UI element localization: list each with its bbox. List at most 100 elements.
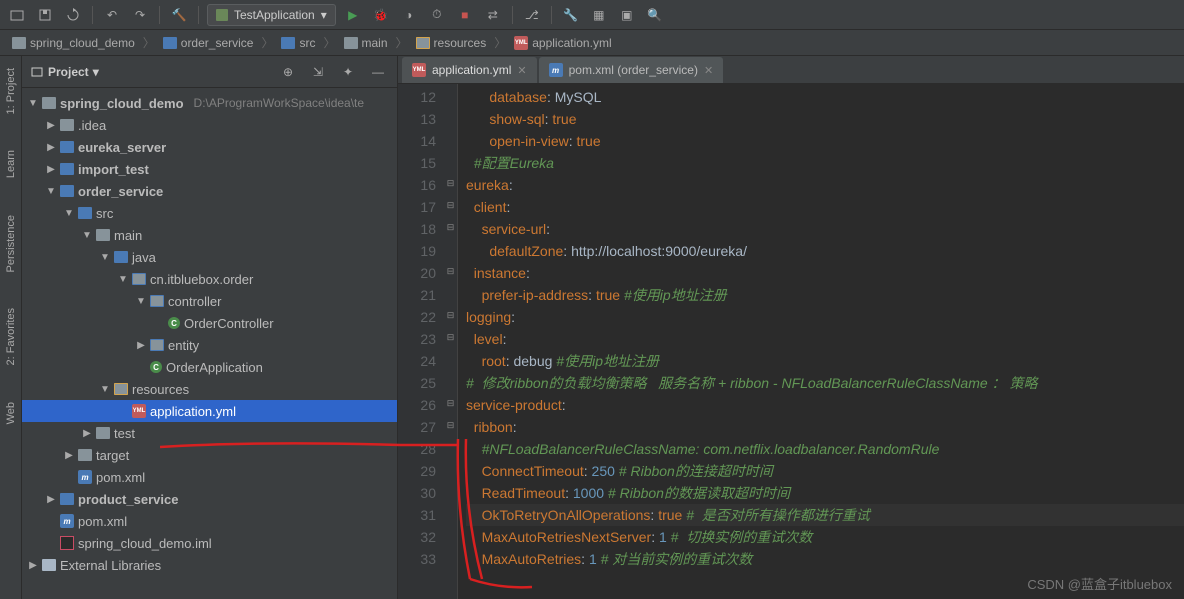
tree-row[interactable]: ▼order_service bbox=[22, 180, 397, 202]
tree-row[interactable]: ▼main bbox=[22, 224, 397, 246]
module-folder-icon bbox=[60, 185, 74, 197]
fold-column[interactable]: ⊟⊟⊟⊟⊟⊟⊟⊟ bbox=[444, 84, 458, 599]
tree-row[interactable]: ▼controller bbox=[22, 290, 397, 312]
undo-icon[interactable]: ↶ bbox=[101, 4, 123, 26]
locate-icon[interactable]: ⊕ bbox=[277, 61, 299, 83]
run-icon[interactable]: ▶ bbox=[342, 4, 364, 26]
watermark: CSDN @蓝盒子itbluebox bbox=[1027, 574, 1172, 593]
breadcrumb-item[interactable]: order_service bbox=[159, 34, 258, 52]
library-icon bbox=[42, 559, 56, 571]
tree-row[interactable]: ▼java bbox=[22, 246, 397, 268]
tree-arrow-icon[interactable]: ▼ bbox=[64, 208, 74, 219]
stop-icon[interactable]: ■ bbox=[454, 4, 476, 26]
breadcrumb-item[interactable]: spring_cloud_demo bbox=[8, 34, 139, 52]
tree-arrow-icon[interactable]: ▶ bbox=[46, 164, 56, 175]
tree-arrow-icon[interactable]: ▼ bbox=[28, 98, 38, 109]
line-gutter: 1213141516171819202122232425262728293031… bbox=[398, 84, 444, 599]
structure-icon[interactable]: ▦ bbox=[588, 4, 610, 26]
tree-row[interactable]: ▼resources bbox=[22, 378, 397, 400]
redo-icon[interactable]: ↷ bbox=[129, 4, 151, 26]
tree-row[interactable]: mpom.xml bbox=[22, 510, 397, 532]
tree-row[interactable]: mpom.xml bbox=[22, 466, 397, 488]
tree-arrow-icon[interactable]: ▶ bbox=[46, 142, 56, 153]
build-icon[interactable]: 🔨 bbox=[168, 4, 190, 26]
folder-icon bbox=[78, 449, 92, 461]
package-icon bbox=[132, 273, 146, 285]
rail-tab[interactable]: Persistence bbox=[5, 207, 17, 280]
tools-icon[interactable]: 🔧 bbox=[560, 4, 582, 26]
tree-arrow-icon[interactable]: ▼ bbox=[82, 230, 92, 241]
tree-arrow-icon[interactable]: ▼ bbox=[118, 274, 128, 285]
tree-arrow-icon[interactable]: ▼ bbox=[100, 252, 110, 263]
search-icon[interactable]: 🔍 bbox=[644, 4, 666, 26]
emulator-icon[interactable]: ▣ bbox=[616, 4, 638, 26]
package-icon bbox=[150, 339, 164, 351]
tree-arrow-icon[interactable]: ▶ bbox=[82, 428, 92, 439]
rail-tab[interactable]: Learn bbox=[5, 142, 17, 186]
module-folder-icon bbox=[78, 207, 92, 219]
breadcrumb-item[interactable]: resources bbox=[412, 34, 491, 52]
rail-tab[interactable]: 1: Project bbox=[5, 60, 17, 122]
refresh-icon[interactable] bbox=[62, 4, 84, 26]
tree-row[interactable]: YMLapplication.yml bbox=[22, 400, 397, 422]
tree-row[interactable]: ▶.idea bbox=[22, 114, 397, 136]
gear-icon[interactable]: ✦ bbox=[337, 61, 359, 83]
tree-arrow-icon[interactable]: ▶ bbox=[46, 120, 56, 131]
tree-arrow-icon[interactable]: ▶ bbox=[64, 450, 74, 461]
iml-file-icon bbox=[60, 536, 74, 550]
hotswap-icon[interactable]: ⇄ bbox=[482, 4, 504, 26]
project-tree[interactable]: ▼spring_cloud_demoD:\AProgramWorkSpace\i… bbox=[22, 88, 397, 599]
profile-icon[interactable]: ⏱ bbox=[426, 4, 448, 26]
module-folder-icon bbox=[281, 37, 295, 49]
close-icon[interactable]: ✕ bbox=[704, 64, 713, 77]
save-all-icon[interactable] bbox=[34, 4, 56, 26]
run-config-selector[interactable]: TestApplication ▾ bbox=[207, 4, 336, 26]
resources-folder-icon bbox=[114, 383, 128, 395]
tree-row[interactable]: ▶product_service bbox=[22, 488, 397, 510]
tree-row[interactable]: COrderController bbox=[22, 312, 397, 334]
tree-row[interactable]: ▶target bbox=[22, 444, 397, 466]
tree-arrow-icon[interactable]: ▼ bbox=[136, 296, 146, 307]
project-panel-title[interactable]: Project ▾ bbox=[30, 65, 99, 79]
breadcrumb: spring_cloud_demo〉order_service〉src〉main… bbox=[0, 30, 1184, 56]
editor-tab[interactable]: YMLapplication.yml✕ bbox=[402, 57, 537, 83]
tree-row[interactable]: ▶import_test bbox=[22, 158, 397, 180]
tree-arrow-icon[interactable]: ▶ bbox=[46, 494, 56, 505]
close-icon[interactable]: ✕ bbox=[517, 64, 526, 77]
resources-folder-icon bbox=[416, 37, 430, 49]
breadcrumb-item[interactable]: main bbox=[340, 34, 392, 52]
module-folder-icon bbox=[60, 141, 74, 153]
tree-row[interactable]: ▼spring_cloud_demoD:\AProgramWorkSpace\i… bbox=[22, 92, 397, 114]
debug-icon[interactable]: 🐞 bbox=[370, 4, 392, 26]
maven-file-icon: m bbox=[78, 470, 92, 484]
yml-file-icon: YML bbox=[132, 404, 146, 418]
code-lines[interactable]: database: MySQL show-sql: true open-in-v… bbox=[458, 84, 1184, 599]
open-icon[interactable] bbox=[6, 4, 28, 26]
folder-icon bbox=[60, 119, 74, 131]
folder-icon bbox=[42, 97, 56, 109]
tree-row[interactable]: ▶External Libraries bbox=[22, 554, 397, 576]
tree-arrow-icon[interactable]: ▼ bbox=[100, 384, 110, 395]
breadcrumb-item[interactable]: YMLapplication.yml bbox=[510, 34, 615, 52]
breadcrumb-item[interactable]: src bbox=[277, 34, 319, 52]
vcs-icon[interactable]: ⎇ bbox=[521, 4, 543, 26]
hide-icon[interactable]: — bbox=[367, 61, 389, 83]
rail-tab[interactable]: Web bbox=[5, 394, 17, 432]
tree-arrow-icon[interactable]: ▼ bbox=[46, 186, 56, 197]
module-folder-icon bbox=[60, 493, 74, 505]
main-toolbar: ↶ ↷ 🔨 TestApplication ▾ ▶ 🐞 ◑ ⏱ ■ ⇄ ⎇ 🔧 … bbox=[0, 0, 1184, 30]
tree-row[interactable]: ▼cn.itbluebox.order bbox=[22, 268, 397, 290]
tree-row[interactable]: ▶test bbox=[22, 422, 397, 444]
tree-arrow-icon[interactable]: ▶ bbox=[136, 340, 146, 351]
tree-row[interactable]: ▼src bbox=[22, 202, 397, 224]
editor-tab[interactable]: mpom.xml (order_service)✕ bbox=[539, 57, 724, 83]
coverage-icon[interactable]: ◑ bbox=[398, 4, 420, 26]
rail-tab[interactable]: 2: Favorites bbox=[5, 300, 17, 373]
expand-icon[interactable]: ⇲ bbox=[307, 61, 329, 83]
tree-row[interactable]: ▶entity bbox=[22, 334, 397, 356]
tree-row[interactable]: spring_cloud_demo.iml bbox=[22, 532, 397, 554]
code-editor[interactable]: 1213141516171819202122232425262728293031… bbox=[398, 84, 1184, 599]
tree-row[interactable]: COrderApplication bbox=[22, 356, 397, 378]
tree-arrow-icon[interactable]: ▶ bbox=[28, 560, 38, 571]
tree-row[interactable]: ▶eureka_server bbox=[22, 136, 397, 158]
